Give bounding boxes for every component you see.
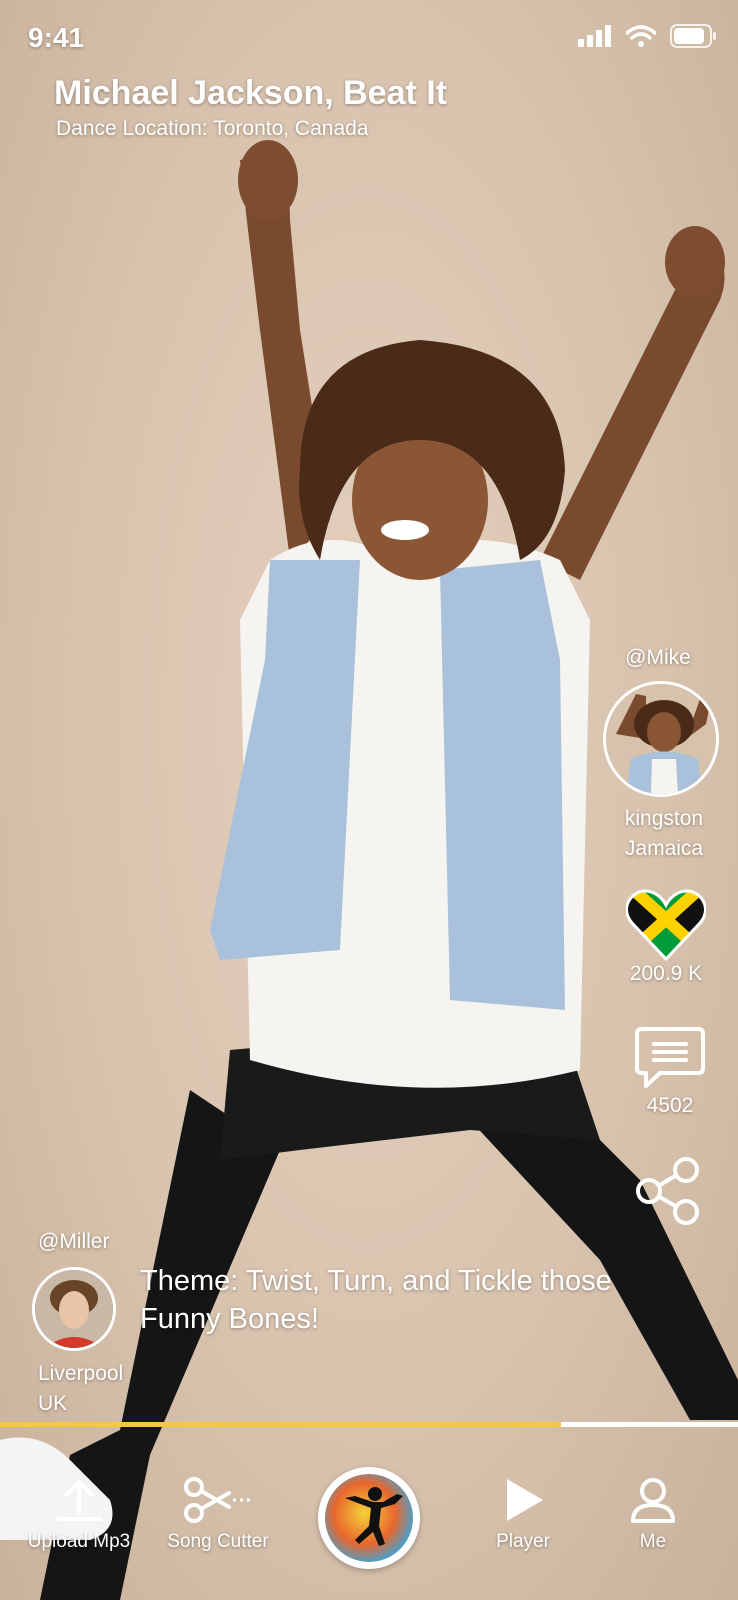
status-icons: [578, 24, 718, 48]
comment-count: 4502: [646, 1094, 694, 1117]
jamaica-flag-heart-icon[interactable]: [626, 889, 706, 961]
battery-icon: [670, 24, 716, 48]
play-icon: [507, 1479, 543, 1521]
nav-song-cutter[interactable]: Song Cutter: [160, 1477, 276, 1553]
nav-song-cutter-label: Song Cutter: [167, 1531, 269, 1552]
poster-handle[interactable]: @Miller: [38, 1230, 109, 1254]
nav-upload-label: Upload Mp3: [27, 1531, 131, 1552]
comment-icon[interactable]: [634, 1026, 706, 1092]
poster-country: UK: [38, 1392, 68, 1415]
nav-player-label: Player: [496, 1531, 550, 1552]
poster-city: Liverpool: [38, 1362, 124, 1385]
nav-player[interactable]: Player: [476, 1477, 570, 1553]
poster-avatar[interactable]: [32, 1267, 116, 1351]
share-icon[interactable]: [634, 1156, 702, 1226]
creator-handle[interactable]: @Mike: [606, 646, 710, 670]
dancer-silhouette-icon: [345, 1487, 403, 1546]
scissors-icon: [184, 1477, 251, 1523]
creator-country: Jamaica: [624, 837, 704, 860]
dance-theme: Theme: Twist, Turn, and Tickle those Fun…: [140, 1265, 612, 1335]
nav-me[interactable]: Me: [606, 1477, 700, 1553]
creator-location: kingston Jamaica: [606, 804, 722, 864]
creator-avatar-image: [606, 684, 716, 794]
video-screen[interactable]: 9:41 Michael Jackson, Beat It Dance Loca…: [0, 0, 738, 1600]
poster-location: Liverpool UK: [38, 1359, 123, 1419]
dance-location: Dance Location: Toronto, Canada: [56, 117, 369, 140]
poster-avatar-image: [35, 1270, 113, 1348]
signal-icon: [578, 25, 611, 47]
creator-city: kingston: [624, 807, 704, 830]
wifi-icon: [626, 25, 656, 47]
status-time: 9:41: [28, 22, 85, 53]
dancer-logo-icon: [325, 1474, 413, 1562]
center-dance-button[interactable]: [318, 1467, 420, 1569]
nav-upload-mp3[interactable]: Upload Mp3: [22, 1477, 136, 1553]
song-title: Michael Jackson, Beat It: [54, 74, 448, 112]
nav-me-label: Me: [639, 1531, 667, 1552]
user-icon: [631, 1478, 675, 1523]
creator-avatar[interactable]: [603, 681, 719, 797]
like-count: 200.9 K: [629, 962, 703, 985]
upload-icon: [56, 1480, 102, 1521]
